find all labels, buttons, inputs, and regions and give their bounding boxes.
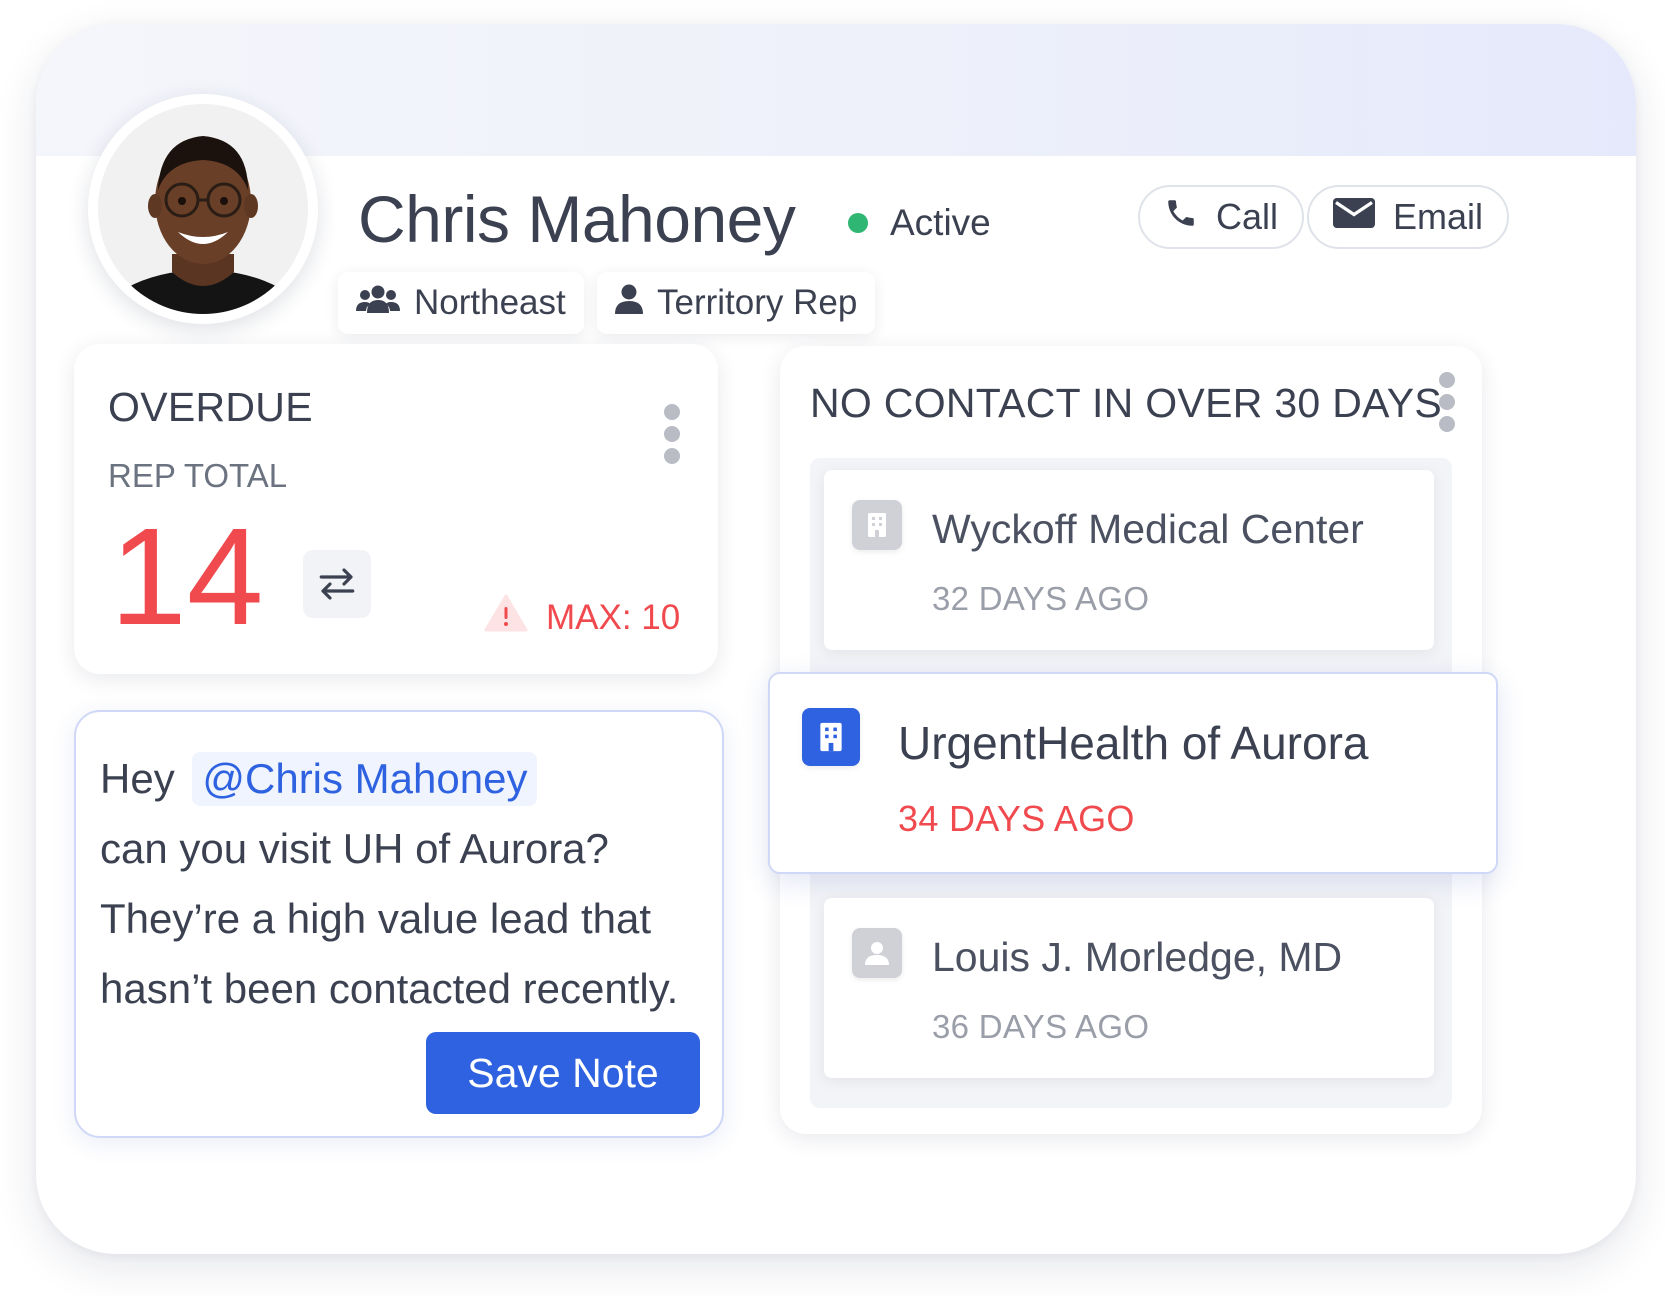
- call-label: Call: [1216, 196, 1279, 237]
- email-button[interactable]: Email: [1307, 185, 1510, 249]
- contact-list-item[interactable]: Wyckoff Medical Center 32 DAYS AGO: [824, 470, 1434, 650]
- overdue-title: OVERDUE: [108, 384, 313, 430]
- overdue-count: 14: [110, 500, 264, 654]
- status-indicator: Active: [848, 202, 991, 244]
- overdue-more-menu-icon[interactable]: [664, 404, 680, 464]
- note-panel: Hey @Chris Mahoney can you visit UH of A…: [74, 710, 724, 1138]
- overdue-max: MAX: 10: [484, 594, 680, 641]
- mention-chip[interactable]: @Chris Mahoney: [192, 752, 538, 806]
- contact-list-item-highlighted[interactable]: UrgentHealth of Aurora 34 DAYS AGO: [768, 672, 1498, 874]
- person-icon: [852, 928, 902, 978]
- contact-last-seen: 34 DAYS AGO: [898, 798, 1135, 839]
- overdue-subtitle: REP TOTAL: [108, 457, 288, 494]
- role-tag: Territory Rep: [597, 272, 876, 334]
- no-contact-title: NO CONTACT IN OVER 30 DAYS: [810, 380, 1443, 426]
- region-tag: Northeast: [338, 272, 584, 334]
- swap-arrows-icon[interactable]: [303, 550, 371, 618]
- note-greeting: Hey: [100, 755, 175, 802]
- contact-name: Wyckoff Medical Center: [932, 506, 1364, 552]
- status-dot: [848, 213, 868, 233]
- person-icon: [615, 283, 643, 323]
- contact-list-item[interactable]: Louis J. Morledge, MD 36 DAYS AGO: [824, 898, 1434, 1078]
- role-label: Territory Rep: [657, 283, 858, 322]
- warning-icon: [484, 594, 528, 641]
- contact-name: UrgentHealth of Aurora: [898, 717, 1369, 769]
- overdue-panel: OVERDUE REP TOTAL 14 MAX: 10: [74, 344, 718, 674]
- building-icon: [852, 500, 902, 550]
- contact-last-seen: 36 DAYS AGO: [932, 1008, 1150, 1045]
- region-label: Northeast: [414, 283, 566, 322]
- contact-name: Louis J. Morledge, MD: [932, 934, 1343, 980]
- rep-name: Chris Mahoney: [358, 182, 796, 256]
- contact-last-seen: 32 DAYS AGO: [932, 580, 1150, 617]
- status-label: Active: [890, 202, 991, 243]
- rep-profile-card: Chris Mahoney Active Call Email Northeas…: [36, 24, 1636, 1254]
- note-textarea[interactable]: Hey @Chris Mahoney can you visit UH of A…: [100, 744, 720, 1024]
- users-icon: [356, 283, 400, 324]
- phone-icon: [1164, 196, 1198, 239]
- envelope-icon: [1333, 196, 1375, 238]
- building-icon: [802, 708, 860, 766]
- no-contact-more-menu-icon[interactable]: [1439, 372, 1455, 432]
- no-contact-panel: NO CONTACT IN OVER 30 DAYS Wyckoff Medic…: [768, 346, 1498, 1134]
- avatar-photo: [98, 104, 308, 314]
- save-note-button[interactable]: Save Note: [426, 1032, 700, 1114]
- note-body: can you visit UH of Aurora? They’re a hi…: [100, 825, 679, 1012]
- email-label: Email: [1393, 196, 1484, 237]
- avatar: [88, 94, 318, 324]
- call-button[interactable]: Call: [1138, 185, 1305, 249]
- overdue-max-label: MAX: 10: [546, 597, 681, 637]
